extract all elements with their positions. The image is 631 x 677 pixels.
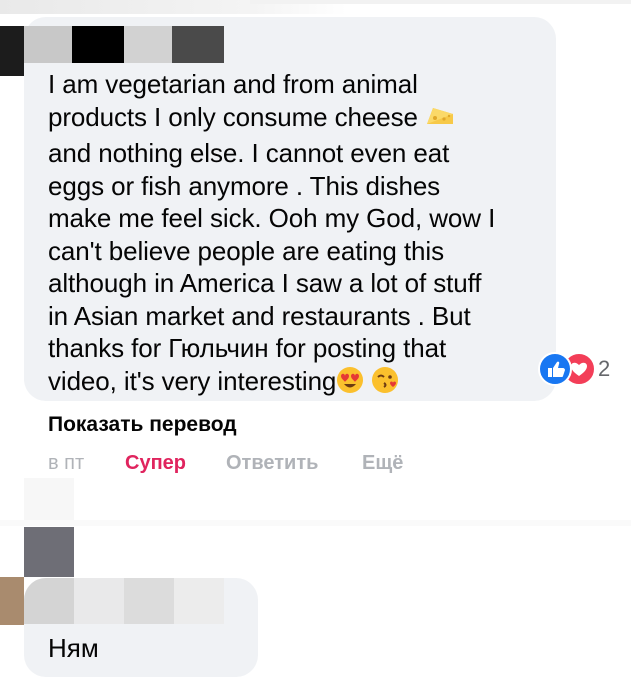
redacted-author-name <box>172 26 224 63</box>
redacted-author-name <box>0 26 24 76</box>
like-icon <box>538 352 572 386</box>
cheese-emoji <box>425 104 455 138</box>
comment-line: in Asian market and restaurants . But <box>48 300 471 331</box>
redacted-author-name <box>24 578 74 624</box>
reply-button[interactable]: Ответить <box>226 452 318 475</box>
kissing-heart-emoji <box>371 366 399 402</box>
background-blur <box>0 520 631 526</box>
comment-line: eggs or fish anymore . This dishes <box>48 170 441 201</box>
redacted-avatar <box>0 577 24 625</box>
background-blur <box>24 478 74 523</box>
redacted-author-name <box>24 26 72 63</box>
comment-line: video, it's very interesting <box>48 365 548 402</box>
top-divider <box>250 0 631 4</box>
heart-eyes-emoji <box>336 366 364 402</box>
react-button[interactable]: Супер <box>125 452 186 475</box>
redacted-author-name <box>124 26 172 63</box>
redacted-avatar <box>24 527 74 577</box>
comment-text: Ням <box>48 633 99 663</box>
show-translation-link[interactable]: Показать перевод <box>48 413 237 437</box>
comment-line: although in America I saw a lot of stuff <box>48 268 482 298</box>
comment-line: and nothing else. I cannot even eat <box>48 138 450 168</box>
redacted-author-name <box>72 26 124 63</box>
redacted-author-name <box>74 578 124 624</box>
comment-line: products I only consume cheese <box>48 101 548 138</box>
redacted-author-name <box>124 578 174 624</box>
comment-thread: I am vegetarian and from animal products… <box>0 0 631 677</box>
reaction-count: 2 <box>598 356 611 381</box>
more-button[interactable]: Ещё <box>362 452 403 475</box>
comment-line: I am vegetarian and from animal <box>48 69 418 99</box>
comment-line: thanks for Гюльчин for posting that <box>48 333 447 363</box>
comment-line: make me feel sick. Ooh my God, wow I <box>48 203 496 233</box>
comment-text: I am vegetarian and from animal products… <box>48 68 548 401</box>
comment-line: can't believe people are eating this <box>48 235 444 266</box>
reaction-summary[interactable]: 2 <box>538 352 628 386</box>
comment-timestamp[interactable]: в пт <box>48 452 84 475</box>
redacted-author-name <box>174 578 224 624</box>
